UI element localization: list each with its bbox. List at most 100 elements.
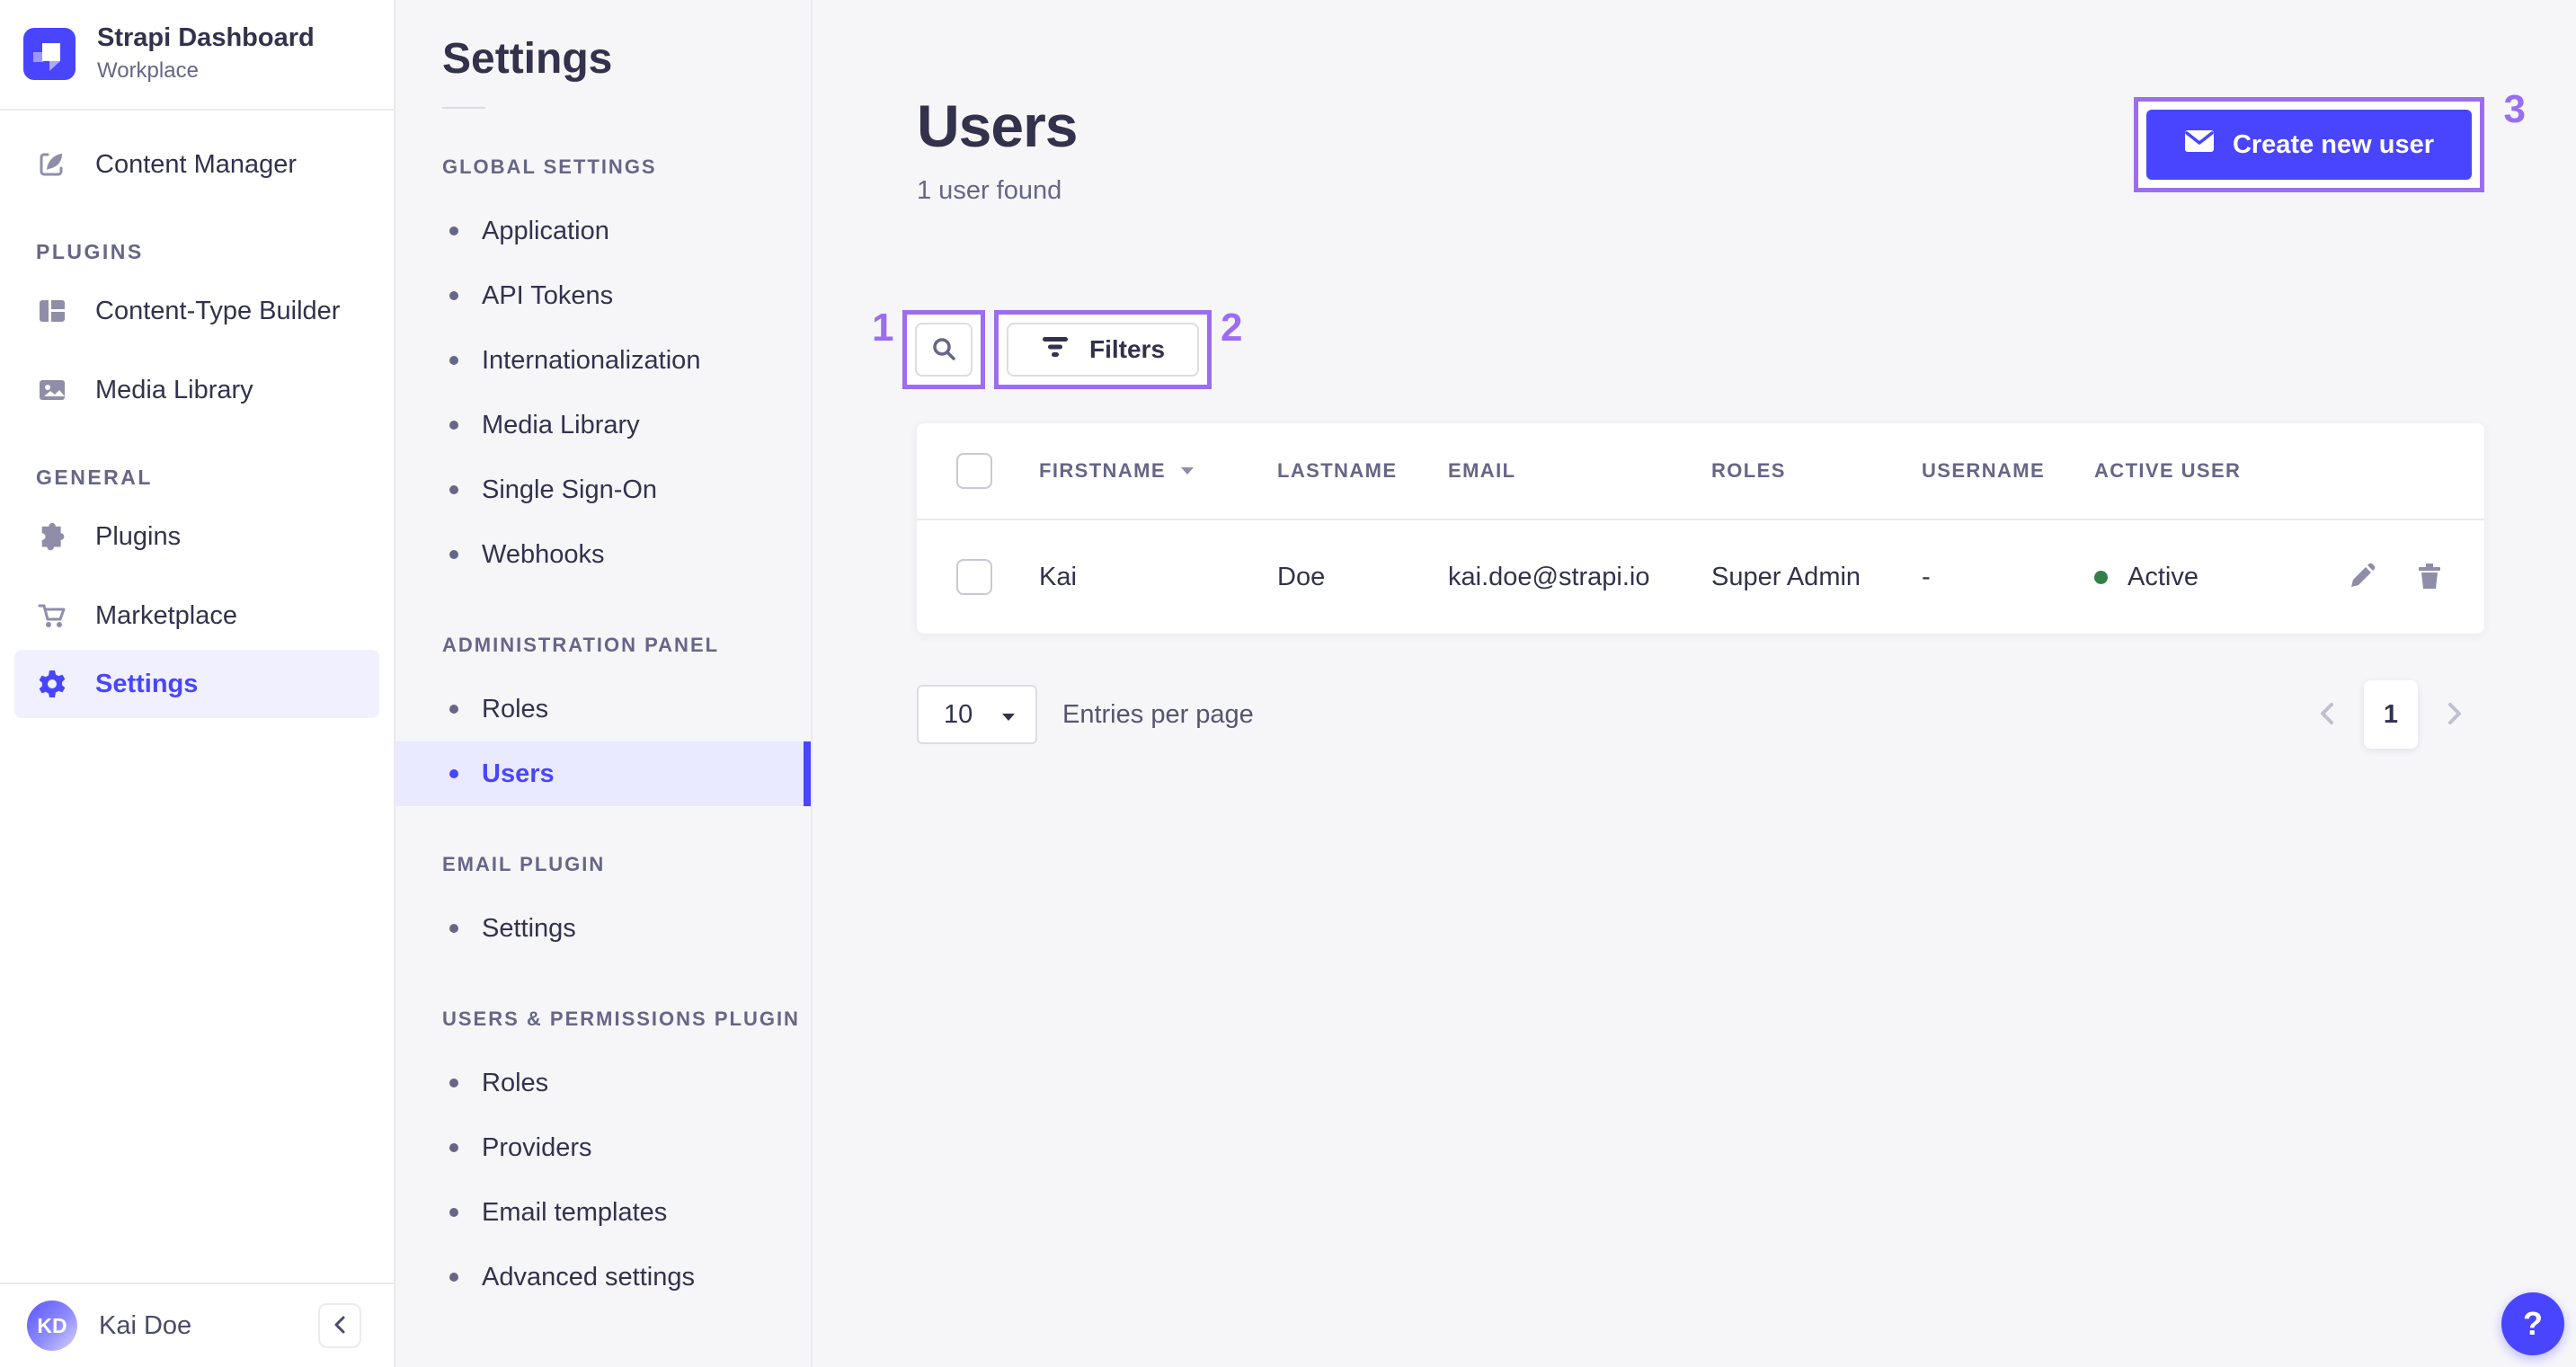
previous-page-button[interactable] [2317, 701, 2337, 729]
sidebar-item-media-library[interactable]: Media Library [0, 356, 394, 424]
table-row[interactable]: Kai Doe kai.doe@strapi.io Super Admin - … [917, 519, 2484, 634]
active-dot-icon [2094, 570, 2108, 584]
user-name: Kai Doe [99, 1310, 192, 1340]
subnav-section-users-permissions-plugin: USERS & PERMISSIONS PLUGIN Roles Provide… [395, 1007, 811, 1309]
trash-icon [2416, 562, 2443, 593]
bullet-icon [449, 1208, 458, 1217]
sidebar-item-content-type-builder[interactable]: Content-Type Builder [0, 277, 394, 345]
row-checkbox-cell [917, 559, 1039, 595]
subnav-section-title: USERS & PERMISSIONS PLUGIN [442, 1007, 800, 1030]
subnav-item-single-sign-on[interactable]: Single Sign-On [395, 457, 811, 522]
divider [442, 107, 485, 109]
envelope-icon [2184, 129, 2215, 161]
cart-icon [36, 599, 68, 632]
strapi-admin-app: Strapi Dashboard Workplace Content Manag… [0, 0, 2576, 1367]
subnav-item-up-roles[interactable]: Roles [395, 1051, 811, 1115]
sidebar-item-content-manager[interactable]: Content Manager [0, 130, 394, 199]
page-size-group: 10 Entries per page [917, 685, 1254, 744]
gear-icon [36, 668, 68, 700]
sidebar-item-label: Content-Type Builder [95, 296, 341, 325]
column-header-label: ACTIVE USER [2094, 459, 2242, 482]
row-actions-cell [2318, 562, 2484, 593]
chevron-left-icon [2317, 701, 2337, 729]
column-header-username[interactable]: USERNAME [1922, 459, 2094, 483]
annotation-box-2: Filters [994, 310, 1212, 389]
subnav-item-label: Providers [482, 1132, 592, 1162]
column-header-label: USERNAME [1922, 459, 2046, 482]
create-new-user-label: Create new user [2232, 129, 2434, 159]
subnav-title: Settings [442, 35, 613, 83]
subnav-item-label: Application [482, 216, 609, 245]
cell-roles: Super Admin [1711, 562, 1861, 591]
subnav-section-administration-panel: ADMINISTRATION PANEL Roles Users [395, 634, 811, 806]
sort-descending-icon [1180, 466, 1195, 476]
page-1-button[interactable]: 1 [2364, 680, 2418, 749]
cell-email: kai.doe@strapi.io [1448, 562, 1650, 591]
header-checkbox-cell [917, 453, 1039, 489]
delete-user-button[interactable] [2416, 562, 2443, 593]
column-header-label: FIRSTNAME [1039, 459, 1166, 482]
subnav-item-providers[interactable]: Providers [395, 1115, 811, 1180]
users-count: 1 user found [917, 176, 1062, 205]
pagination-bar: 10 Entries per page 1 [917, 680, 2484, 749]
settings-subnav: Settings GLOBAL SETTINGS Application API… [395, 0, 813, 1367]
select-all-checkbox[interactable] [956, 453, 992, 489]
sidebar-item-label: Content Manager [95, 149, 298, 179]
subnav-item-admin-roles[interactable]: Roles [395, 677, 811, 741]
subnav-item-advanced-settings[interactable]: Advanced settings [395, 1245, 811, 1309]
subnav-item-label: Email templates [482, 1197, 668, 1227]
subnav-item-email-settings[interactable]: Settings [395, 896, 811, 961]
user-menu[interactable]: KD Kai Doe [27, 1300, 191, 1351]
subnav-item-internationalization[interactable]: Internationalization [395, 328, 811, 393]
subnav-item-label: API Tokens [482, 280, 614, 310]
next-page-button[interactable] [2445, 701, 2465, 729]
column-header-roles[interactable]: ROLES [1711, 459, 1922, 483]
column-header-label: ROLES [1711, 459, 1786, 482]
collapse-sidebar-button[interactable] [318, 1303, 361, 1348]
subnav-item-api-tokens[interactable]: API Tokens [395, 263, 811, 328]
create-new-user-button[interactable]: Create new user [2145, 110, 2472, 180]
subnav-item-label: Settings [482, 913, 576, 943]
subnav-section-title: ADMINISTRATION PANEL [442, 634, 720, 656]
search-icon [930, 335, 957, 365]
bullet-icon [449, 291, 458, 300]
sidebar-item-plugins[interactable]: Plugins [0, 502, 394, 571]
sidebar-item-marketplace[interactable]: Marketplace [0, 581, 394, 650]
page-size-select[interactable]: 10 [917, 685, 1037, 744]
status-label: Active [2127, 562, 2198, 591]
filters-button[interactable]: Filters [1007, 323, 1200, 377]
subnav-item-webhooks[interactable]: Webhooks [395, 522, 811, 587]
pen-square-icon [36, 148, 68, 181]
annotation-label-3: 3 [2503, 87, 2526, 131]
users-table: FIRSTNAME LASTNAME EMAIL ROLES USERNAME … [917, 423, 2484, 634]
edit-user-button[interactable] [2348, 562, 2376, 593]
nav-section-general: GENERAL [36, 466, 153, 489]
help-button[interactable]: ? [2501, 1292, 2564, 1355]
subnav-item-admin-users[interactable]: Users [395, 741, 811, 806]
bullet-icon [449, 1143, 458, 1152]
bullet-icon [449, 485, 458, 494]
subnav-item-label: Internationalization [482, 345, 701, 375]
workspace-switcher[interactable]: Strapi Dashboard Workplace [0, 0, 394, 111]
column-header-firstname[interactable]: FIRSTNAME [1039, 459, 1277, 483]
picture-icon [36, 374, 68, 406]
row-checkbox[interactable] [956, 559, 992, 595]
filter-icon [1041, 335, 1070, 365]
page-title: Users [917, 93, 1078, 159]
sidebar-item-settings[interactable]: Settings [14, 650, 379, 718]
avatar: KD [27, 1300, 77, 1351]
annotation-wrapper-3: Create new user 3 [2133, 90, 2526, 192]
subnav-item-media-library[interactable]: Media Library [395, 393, 811, 457]
subnav-section-title: GLOBAL SETTINGS [442, 155, 657, 178]
subnav-item-label: Roles [482, 1068, 549, 1097]
column-header-lastname[interactable]: LASTNAME [1277, 459, 1448, 483]
annotation-box-3: Create new user [2133, 97, 2484, 192]
pager: 1 [2317, 680, 2484, 749]
subnav-section-title: EMAIL PLUGIN [442, 853, 606, 875]
subnav-item-application[interactable]: Application [395, 199, 811, 263]
subnav-item-email-templates[interactable]: Email templates [395, 1180, 811, 1245]
column-header-active-user[interactable]: ACTIVE USER [2094, 459, 2318, 483]
column-header-email[interactable]: EMAIL [1448, 459, 1711, 483]
search-button[interactable] [915, 323, 973, 377]
bullet-icon [449, 769, 458, 778]
